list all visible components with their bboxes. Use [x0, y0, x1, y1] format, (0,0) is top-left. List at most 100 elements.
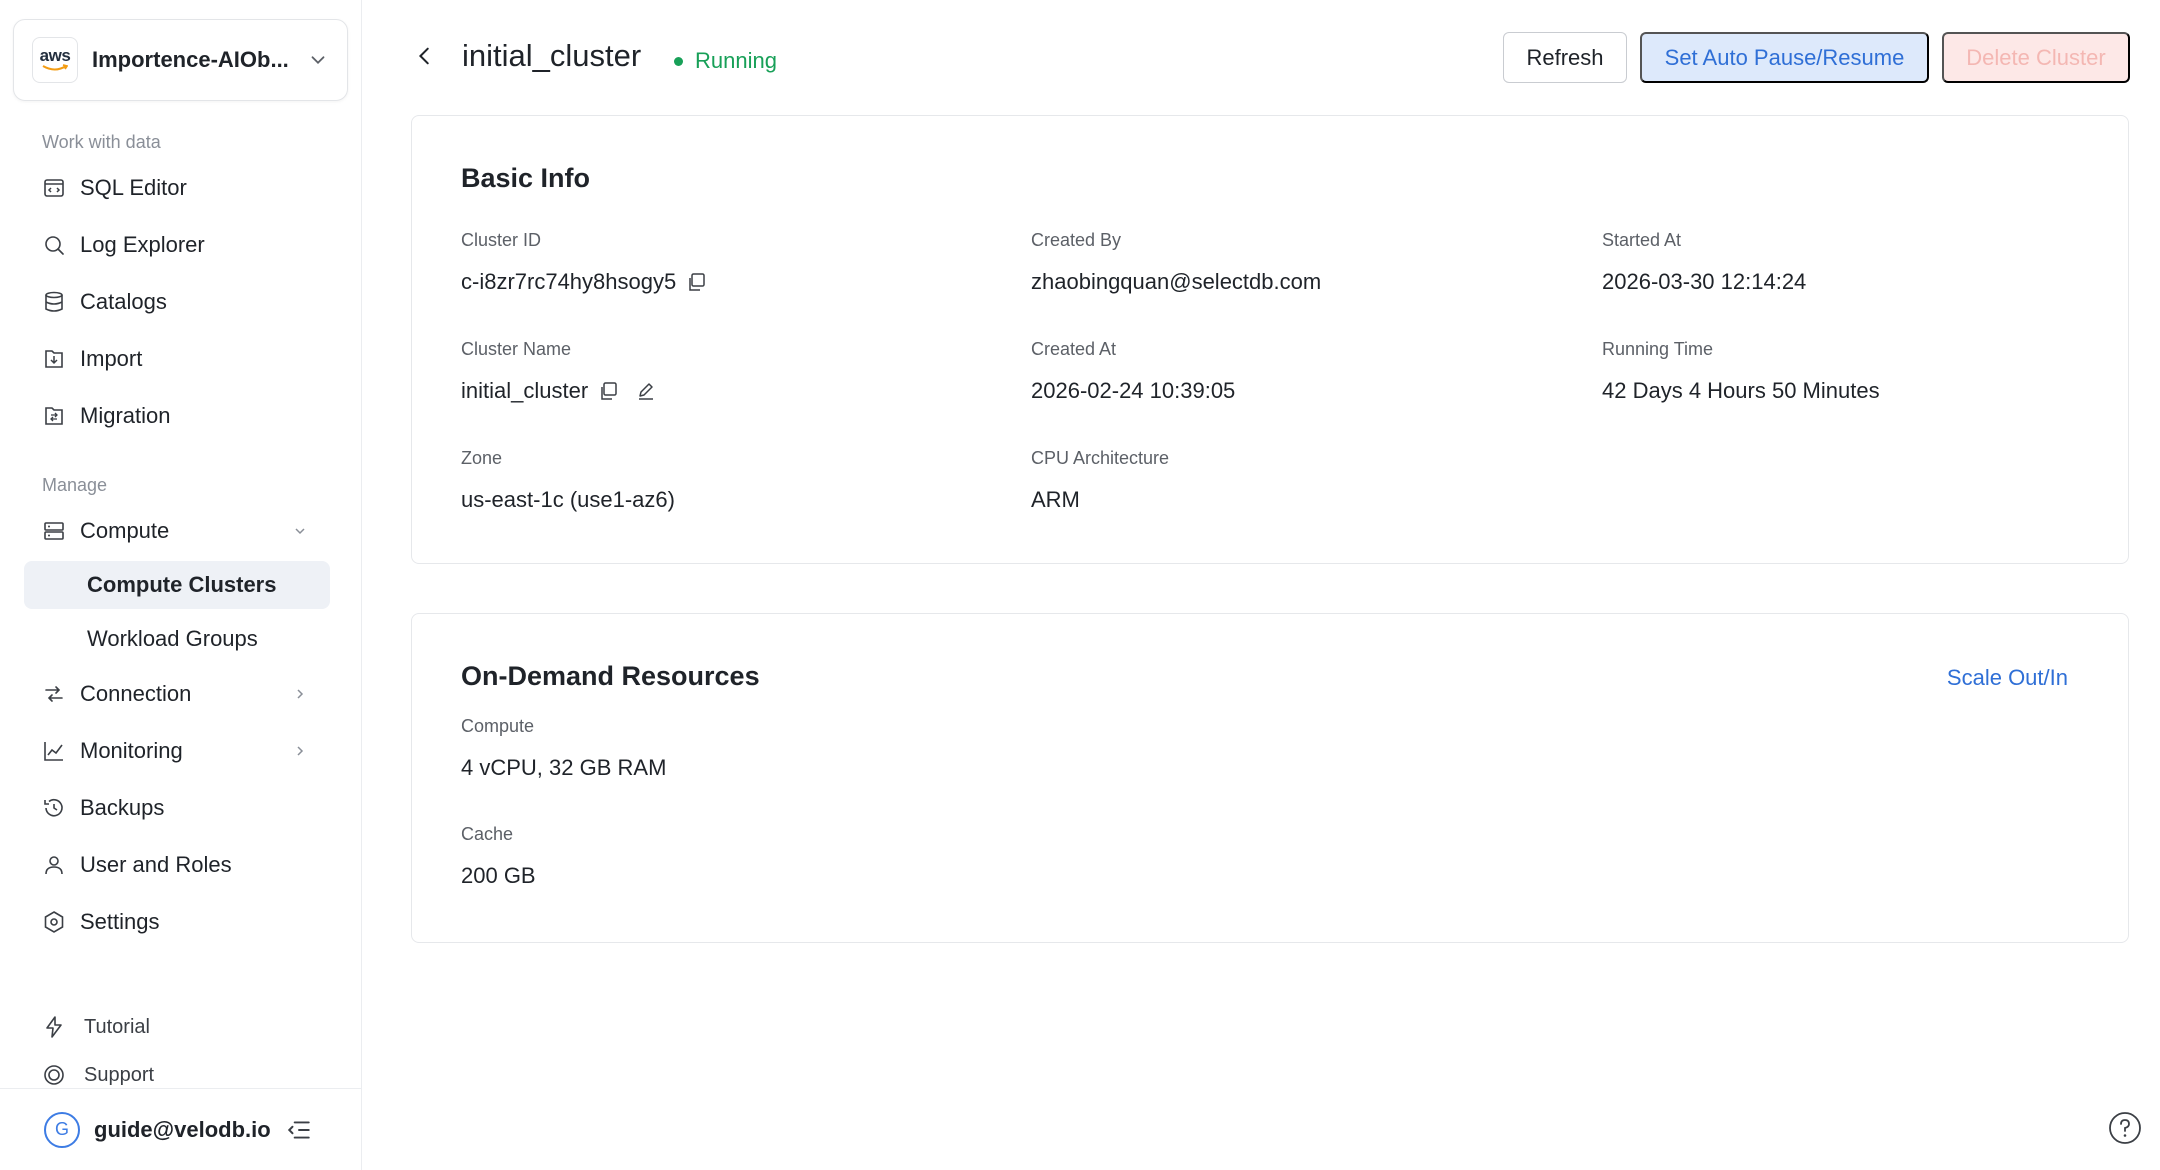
sidebar-item-backups[interactable]: Backups [24, 784, 330, 832]
sidebar-item-user-and-roles[interactable]: User and Roles [24, 841, 330, 889]
field-label: Cluster ID [461, 230, 542, 250]
search-icon [45, 236, 64, 255]
database-icon [45, 291, 63, 312]
field-created-by: Created By zhaobingquan@selectdb.com [1031, 230, 1321, 295]
chevron-down-icon [311, 56, 325, 65]
import-icon [45, 350, 63, 368]
on-demand-resources-card: On-Demand Resources Scale Out/In Compute… [411, 613, 2129, 943]
field-compute: Compute 4 vCPU, 32 GB RAM [461, 716, 666, 781]
zone-value: us-east-1c (use1-az6) [461, 487, 675, 512]
gear-icon [44, 911, 64, 933]
sidebar: aws Importence-AIOb... Work with data SQ… [0, 0, 362, 1170]
field-label: Cache [461, 824, 514, 844]
back-arrow-icon[interactable] [414, 45, 436, 67]
on-demand-title: On-Demand Resources [461, 661, 760, 691]
field-label: Running Time [1602, 339, 1714, 359]
refresh-button[interactable]: Refresh [1503, 32, 1627, 83]
scale-out-in-link[interactable]: Scale Out/In [1947, 665, 2068, 691]
sidebar-item-sql-editor[interactable]: SQL Editor [24, 164, 330, 212]
sidebar-item-migration[interactable]: Migration [24, 392, 330, 440]
status-badge: Running [674, 48, 777, 74]
created-at-value: 2026-02-24 10:39:05 [1031, 378, 1236, 403]
sidebar-item-label: SQL Editor [80, 175, 187, 200]
cpu-architecture-value: ARM [1031, 487, 1080, 512]
sidebar-item-label: Catalogs [80, 289, 167, 314]
sidebar-item-catalogs[interactable]: Catalogs [24, 278, 330, 326]
compute-value: 4 vCPU, 32 GB RAM [461, 755, 667, 780]
sidebar-item-support[interactable]: Support [42, 1059, 154, 1091]
field-label: Created At [1031, 339, 1117, 359]
sidebar-item-label: User and Roles [80, 852, 232, 877]
field-label: Zone [461, 448, 503, 468]
sidebar-item-label: Workload Groups [87, 626, 258, 651]
migration-icon [45, 407, 63, 425]
sidebar-item-label: Migration [80, 403, 171, 428]
field-label: CPU Architecture [1031, 448, 1170, 468]
started-at-value: 2026-03-30 12:14:24 [1602, 269, 1807, 294]
copy-icon[interactable] [598, 381, 618, 401]
user-email[interactable]: guide@velodb.io [94, 1117, 271, 1143]
status-dot [674, 56, 683, 66]
edit-icon[interactable] [636, 381, 656, 401]
sidebar-item-settings[interactable]: Settings [24, 898, 330, 946]
bolt-icon [46, 1016, 62, 1038]
sidebar-item-label: Settings [80, 909, 160, 934]
basic-info-title: Basic Info [461, 163, 591, 193]
section-label-work: Work with data [42, 132, 161, 152]
field-label: Started At [1602, 230, 1682, 250]
delete-cluster-button: Delete Cluster [1942, 32, 2130, 83]
history-icon [44, 798, 63, 817]
sidebar-item-label: Compute Clusters [87, 572, 277, 597]
sidebar-item-workload-groups[interactable]: Workload Groups [24, 615, 330, 663]
aws-logo: aws [32, 37, 78, 83]
running-time-value: 42 Days 4 Hours 50 Minutes [1602, 378, 1880, 403]
sidebar-item-label: Monitoring [80, 738, 183, 763]
copy-icon[interactable] [686, 272, 706, 292]
avatar[interactable]: G [44, 1111, 80, 1148]
aws-logo-text: aws [39, 46, 71, 65]
field-created-at: Created At 2026-02-24 10:39:05 [1031, 339, 1235, 404]
lifebuoy-icon [44, 1065, 64, 1085]
field-label: Cluster Name [461, 339, 572, 359]
field-started-at: Started At 2026-03-30 12:14:24 [1602, 230, 1806, 295]
field-cache: Cache 200 GB [461, 824, 536, 889]
aws-smile-icon [42, 64, 68, 71]
sidebar-item-label: Import [80, 346, 143, 371]
sql-editor-icon [44, 179, 64, 197]
sidebar-item-monitoring[interactable]: Monitoring [24, 727, 330, 775]
chevron-down-icon [295, 528, 305, 535]
cluster-id-value: c-i8zr7rc74hy8hsogy5 [461, 269, 677, 294]
field-label: Created By [1031, 230, 1122, 250]
sidebar-item-tutorial[interactable]: Tutorial [42, 1011, 150, 1043]
cache-value: 200 GB [461, 863, 536, 888]
sidebar-item-label: Tutorial [84, 1015, 150, 1038]
cluster-name-value: initial_cluster [461, 378, 589, 403]
chart-icon [44, 742, 63, 761]
sidebar-item-label: Log Explorer [80, 232, 205, 257]
collapse-sidebar-icon[interactable] [286, 1117, 312, 1143]
sidebar-item-compute[interactable]: Compute [24, 507, 330, 555]
field-zone: Zone us-east-1c (use1-az6) [461, 448, 675, 513]
sidebar-item-compute-clusters[interactable]: Compute Clusters [24, 561, 330, 609]
created-by-value: zhaobingquan@selectdb.com [1031, 269, 1322, 294]
page-header: initial_cluster Running Refresh Set Auto… [362, 0, 2160, 115]
chevron-right-icon [297, 689, 304, 699]
sidebar-item-label: Compute [80, 518, 170, 543]
sidebar-item-connection[interactable]: Connection [24, 670, 330, 718]
field-cluster-id: Cluster ID c-i8zr7rc74hy8hsogy5 [461, 230, 706, 295]
help-icon[interactable] [2108, 1111, 2142, 1145]
field-cluster-name: Cluster Name initial_cluster [461, 339, 656, 404]
sidebar-item-import[interactable]: Import [24, 335, 330, 383]
sidebar-item-label: Backups [80, 795, 165, 820]
sidebar-item-label: Connection [80, 681, 192, 706]
server-icon [44, 522, 64, 540]
sidebar-item-log-explorer[interactable]: Log Explorer [24, 221, 330, 269]
sidebar-item-label: Support [84, 1063, 155, 1086]
connection-icon [45, 686, 63, 702]
user-icon [45, 856, 63, 875]
chevron-right-icon [297, 746, 304, 756]
workspace-switcher[interactable]: aws Importence-AIOb... [13, 19, 348, 101]
field-cpu-architecture: CPU Architecture ARM [1031, 448, 1169, 513]
auto-pause-resume-button[interactable]: Set Auto Pause/Resume [1640, 32, 1929, 83]
page-title: initial_cluster [462, 38, 642, 73]
